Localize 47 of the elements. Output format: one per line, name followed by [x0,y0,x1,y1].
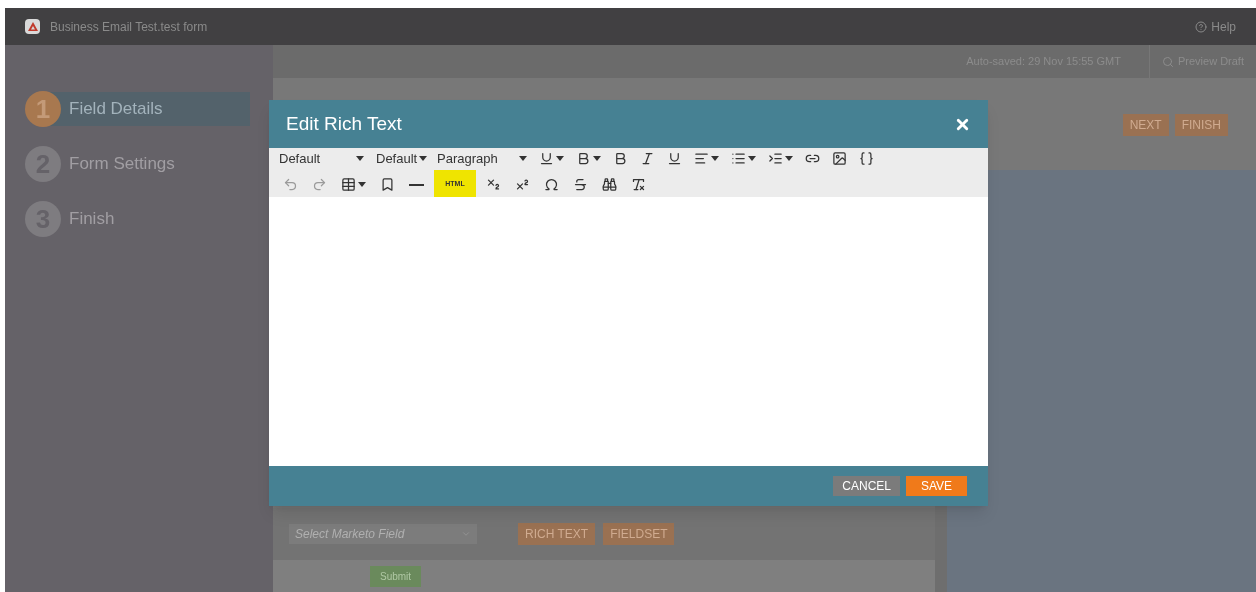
bold-icon [613,151,628,166]
save-button[interactable]: SAVE [906,476,967,496]
step-label: Field Details [69,98,163,121]
help-icon [1195,20,1208,33]
redo-icon [312,177,327,192]
indent-icon [768,151,783,166]
horizontal-line-icon [409,183,424,186]
step-label: Finish [69,208,115,231]
search-icon [1161,55,1174,68]
caret-icon [748,156,756,161]
toolbar-dropdown[interactable]: Paragraph [437,148,531,169]
dialog-title: Edit Rich Text [286,111,402,136]
caret-icon [593,156,601,161]
underline-icon [667,151,682,166]
caret-icon [356,156,364,161]
caret-icon [358,182,366,187]
special-character-icon [544,177,559,192]
header-button[interactable]: FINISH [1174,114,1228,136]
strikethrough-icon [573,177,588,192]
caret-icon [419,156,427,161]
superscript-icon [515,177,530,192]
caret-icon [711,156,719,161]
cancel-button[interactable]: CANCEL [833,476,900,496]
italic-icon [640,151,655,166]
app-title: Business Email Test.test form [50,18,208,36]
bullet-list-icon [731,151,746,166]
braces-icon [859,151,874,166]
bookmark-icon [380,177,395,192]
help-link[interactable]: Help [1195,17,1236,36]
toolbar-dropdown[interactable]: Default [279,148,368,169]
app-logo-icon [25,19,40,34]
caret-icon [785,156,793,161]
table-icon [341,177,356,192]
clear-formatting-icon [631,177,646,192]
caret-icon [556,156,564,161]
header-button[interactable]: NEXT [1122,114,1169,136]
align-icon [694,151,709,166]
subscript-icon [486,177,501,192]
add-element-button[interactable]: RICH TEXT [518,523,596,545]
toolbar-dropdown[interactable]: Default [376,148,431,169]
step-label: Form Settings [69,153,175,176]
submit-button[interactable]: Submit [370,565,422,587]
undo-icon [283,177,298,192]
add-element-button[interactable]: FIELDSET [603,523,675,545]
image-icon [832,151,847,166]
caret-icon [519,156,527,161]
find-icon [602,177,617,192]
